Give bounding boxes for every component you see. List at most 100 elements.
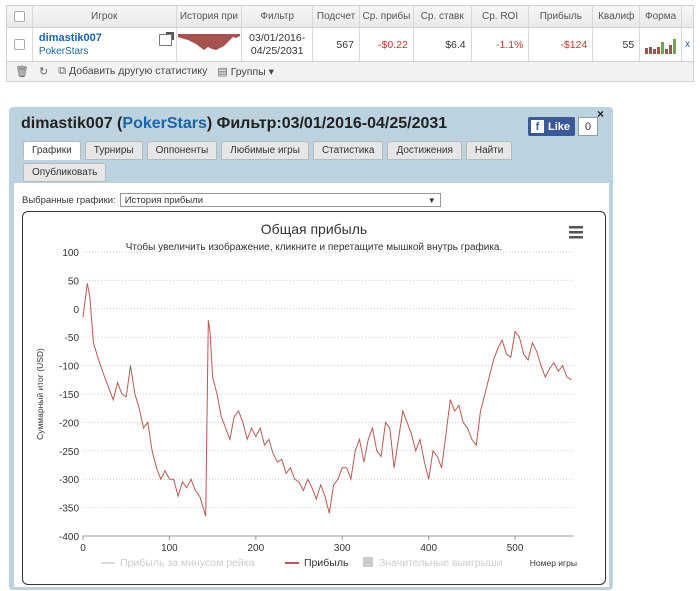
y-tick-label: -50 <box>65 333 80 344</box>
player-cell: dimastik007 PokerStars <box>33 28 177 61</box>
tab-item[interactable]: Любимые игры <box>221 141 309 160</box>
add-stats-label: Добавить другую статистику <box>68 65 208 77</box>
chart-selector-row: Выбранные графики: История прибыли ▼ <box>22 193 441 207</box>
y-axis-label: Суммарный итог (USD) <box>35 348 45 440</box>
col-header-profit[interactable]: Прибыль <box>529 6 594 27</box>
form-bar <box>657 46 661 54</box>
form-bars <box>645 36 677 54</box>
x-tick-label: 0 <box>80 543 86 554</box>
col-header-avg-roi[interactable]: Ср. ROI <box>472 6 530 27</box>
stats-table: Игрок История при Фильтр Подсчет Ср. при… <box>6 5 694 82</box>
tab-item[interactable]: Достижения <box>387 141 462 160</box>
y-tick-label: -200 <box>59 418 79 429</box>
col-header-count[interactable]: Подсчет <box>313 6 360 27</box>
add-stats-button[interactable]: ⧉ Добавить другую статистику <box>58 65 207 78</box>
col-header-player[interactable]: Игрок <box>33 6 177 27</box>
facebook-icon: f <box>531 120 544 133</box>
col-header-avg-stake[interactable]: Ср. ставк <box>414 6 472 27</box>
qual-value: 55 <box>593 28 641 61</box>
legend-item-rake: Прибыль за минусом рейка <box>120 557 255 569</box>
legend-item-big-wins: Значительные выигрыши <box>379 557 503 569</box>
tab-item[interactable]: Статистика <box>312 141 384 160</box>
profit-chart[interactable]: Общая прибыль Чтобы увеличить изображение… <box>22 211 606 585</box>
history-sparkline <box>177 28 243 61</box>
edit-icon[interactable] <box>158 32 174 46</box>
chart-subtitle: Чтобы увеличить изображение, кликните и … <box>126 241 503 253</box>
add-icon: ⧉ <box>58 65 67 77</box>
x-tick-label: 200 <box>247 543 264 554</box>
like-count: 0 <box>578 117 599 136</box>
col-header-blank <box>682 6 693 27</box>
title-site-link[interactable]: PokerStars <box>122 115 207 132</box>
tab-content: Выбранные графики: История прибыли ▼ Общ… <box>14 183 609 587</box>
form-bar <box>665 48 669 54</box>
form-bar <box>673 38 677 54</box>
trash-icon[interactable]: 🗑 <box>15 65 29 78</box>
x-axis-label: Номер игры <box>530 558 577 568</box>
y-tick-label: -150 <box>59 390 79 401</box>
table-row: dimastik007 PokerStars 03/01/2016- 04/25… <box>7 28 693 62</box>
panel-tabs: Графики Турниры Оппоненты Любимые игры Стати… <box>23 141 523 182</box>
close-panel-button[interactable]: × <box>597 107 604 121</box>
col-header-qual[interactable]: Квалиф <box>593 6 641 27</box>
groups-dropdown[interactable]: ▤ Группы ▾ <box>217 65 274 78</box>
chart-selector-value: История прибыли <box>124 194 204 206</box>
menu-icon <box>569 226 583 229</box>
filter-end: 04/25/2031 <box>250 44 304 57</box>
player-name-link[interactable]: dimastik007 <box>39 32 102 44</box>
row-checkbox[interactable] <box>7 28 33 61</box>
y-tick-label: -400 <box>59 532 79 543</box>
chart-selector-label: Выбранные графики: <box>22 194 116 206</box>
tab-item[interactable]: Турниры <box>84 141 143 160</box>
panel-title: dimastik007 (PokerStars) Фильтр:03/01/20… <box>21 115 447 133</box>
profit-value: -$124 <box>529 28 594 61</box>
facebook-like: f Like 0 <box>528 117 599 136</box>
legend-item-profit: Прибыль <box>304 557 349 569</box>
tab-item[interactable]: Найти <box>465 141 513 160</box>
like-label: Like <box>548 120 571 133</box>
avg-profit-value: -$0.22 <box>360 28 414 61</box>
player-detail-panel: dimastik007 (PokerStars) Фильтр:03/01/20… <box>9 107 613 590</box>
col-header-history[interactable]: История при <box>177 6 243 27</box>
chart-selector[interactable]: История прибыли ▼ <box>119 193 441 207</box>
table-header: Игрок История при Фильтр Подсчет Ср. при… <box>7 6 693 28</box>
groups-label: Группы <box>230 66 266 78</box>
title-filter: ) Фильтр:03/01/2016-04/25/2031 <box>206 115 448 132</box>
x-tick-label: 400 <box>420 543 437 554</box>
y-tick-label: -100 <box>59 362 79 373</box>
col-header-form[interactable]: Форма <box>640 6 683 27</box>
dropdown-arrow-icon: ▼ <box>427 195 436 205</box>
form-bar <box>661 41 665 54</box>
menu-icon <box>569 236 583 239</box>
menu-icon <box>569 231 583 234</box>
refresh-icon[interactable]: ↻ <box>39 65 48 78</box>
table-toolbar: 🗑 ↻ ⧉ Добавить другую статистику ▤ Групп… <box>7 62 693 81</box>
tab-item[interactable]: Оппоненты <box>146 141 218 160</box>
form-bar <box>649 46 653 54</box>
x-tick-label: 500 <box>507 543 524 554</box>
col-header-filter[interactable]: Фильтр <box>242 6 314 27</box>
col-header-avg-profit[interactable]: Ср. прибы <box>360 6 414 27</box>
select-all-checkbox[interactable] <box>7 6 33 27</box>
avg-roi-value: -1.1% <box>472 28 530 61</box>
chart-svg[interactable]: Общая прибыль Чтобы увеличить изображение… <box>23 212 605 584</box>
like-button[interactable]: f Like <box>528 117 576 136</box>
form-bar <box>653 48 657 54</box>
tab-item[interactable]: Опубликовать <box>23 163 107 182</box>
series-line-profit <box>82 283 572 517</box>
y-tick-label: 100 <box>62 248 79 259</box>
player-site-link[interactable]: PokerStars <box>39 46 88 57</box>
avg-stake-value: $6.4 <box>414 28 472 61</box>
y-tick-label: 50 <box>68 276 80 287</box>
filter-cell: 03/01/2016- 04/25/2031 <box>242 28 314 61</box>
y-tick-label: 0 <box>73 305 79 316</box>
legend-swatch-big-wins <box>363 557 373 567</box>
tab-item[interactable]: Графики <box>23 141 81 160</box>
chart-title: Общая прибыль <box>261 221 367 237</box>
remove-row-button[interactable]: x <box>682 28 693 61</box>
form-cell <box>640 28 683 61</box>
y-tick-label: -250 <box>59 447 79 458</box>
form-bar <box>669 44 673 54</box>
groups-icon: ▤ <box>217 66 228 78</box>
count-value: 567 <box>313 28 360 61</box>
